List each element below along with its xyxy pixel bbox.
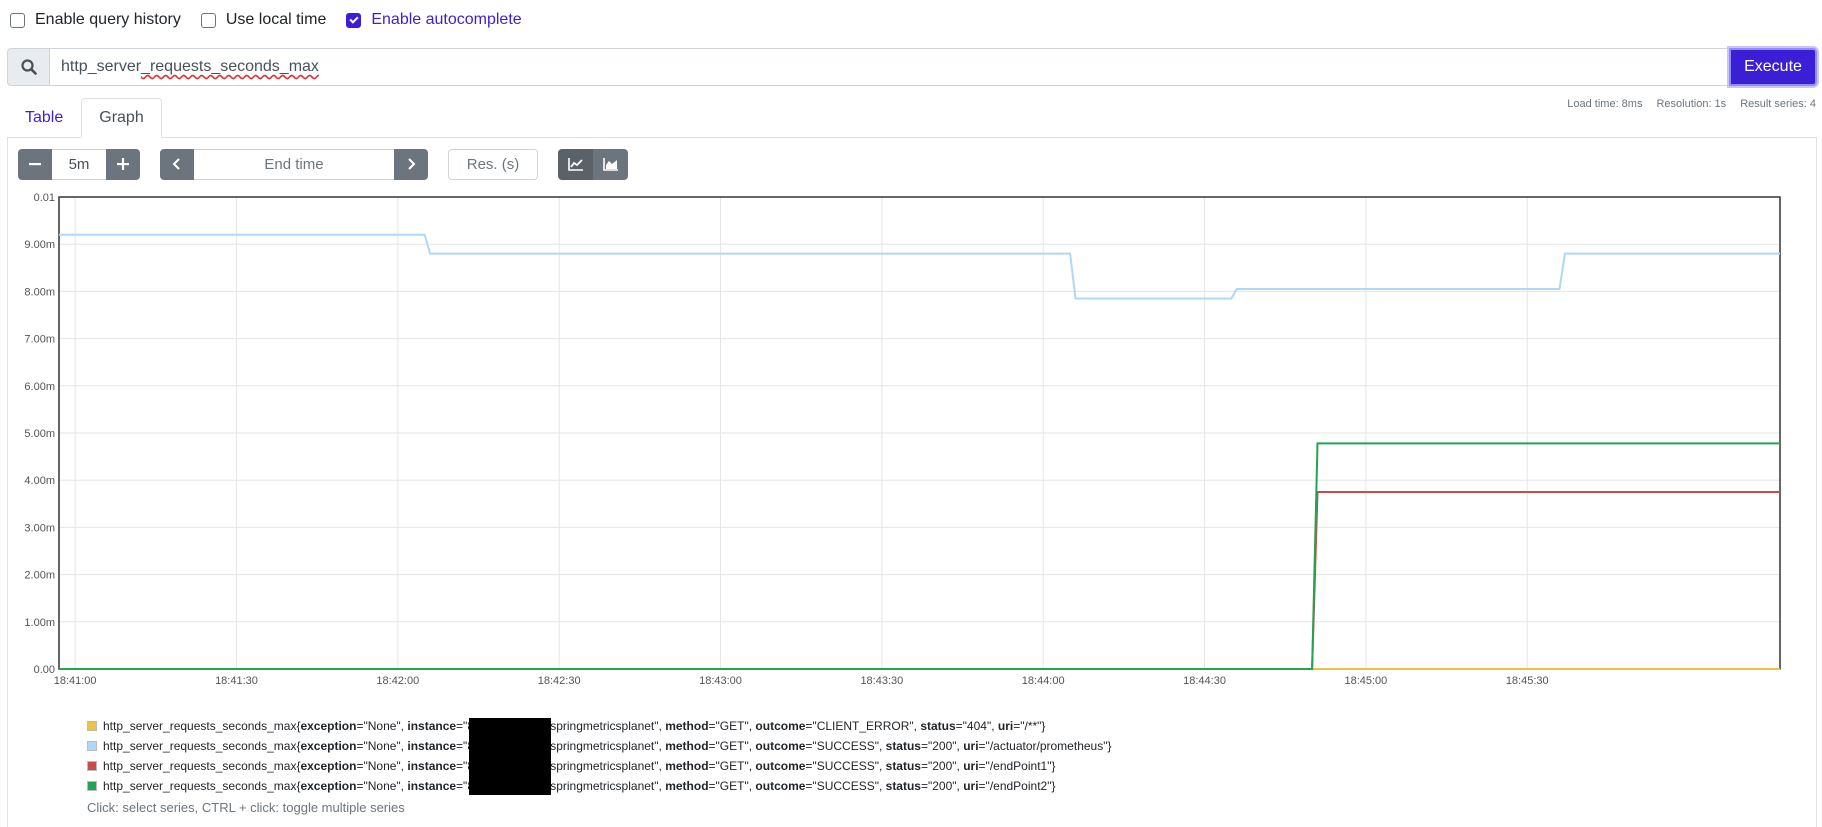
x-tick-label: 18:44:30: [1183, 675, 1226, 687]
autocomplete-checkbox[interactable]: [346, 12, 362, 28]
resolution-stat: Resolution: 1s: [1656, 98, 1727, 110]
legend-item[interactable]: http_server_requests_seconds_max{excepti…: [87, 756, 1112, 776]
query-history-label: Enable query history: [35, 11, 181, 28]
local-time-label: Use local time: [225, 11, 327, 28]
prev-time-button[interactable]: [160, 148, 194, 180]
area-chart-icon: [602, 158, 618, 171]
y-tick-label: 8.00m: [24, 286, 55, 298]
y-tick-label: 0.00: [34, 664, 55, 676]
increase-range-button[interactable]: [106, 148, 140, 180]
query-stats: Load time: 8ms Resolution: 1s Result ser…: [1567, 98, 1816, 110]
option-autocomplete[interactable]: Enable autocomplete: [346, 11, 522, 29]
series-line-3: [59, 491, 1780, 670]
chart-type-toggle: [558, 148, 628, 180]
option-query-history[interactable]: Enable query history: [10, 11, 181, 29]
y-tick-label: 9.00m: [24, 239, 55, 251]
legend-label: http_server_requests_seconds_max{excepti…: [103, 779, 1056, 793]
redaction-box: [469, 718, 551, 795]
local-time-checkbox[interactable]: [200, 12, 216, 28]
y-tick-label: 7.00m: [24, 334, 55, 346]
execute-button[interactable]: Execute: [1729, 48, 1817, 86]
legend-label: http_server_requests_seconds_max{excepti…: [103, 759, 1056, 773]
y-tick-label: 0.01: [34, 192, 55, 204]
query-text-misspelled: _requests_seconds_max: [141, 58, 319, 75]
options-row: Enable query history Use local time Enab…: [10, 8, 542, 32]
range-input[interactable]: 5m: [52, 148, 106, 180]
range-input-group: 5m: [18, 148, 140, 180]
next-time-button[interactable]: [394, 148, 428, 180]
tabs: Table Graph: [7, 98, 162, 138]
legend-swatch: [87, 741, 97, 751]
plus-icon: [117, 158, 129, 170]
chevron-right-icon: [408, 158, 416, 170]
query-input[interactable]: http_server _requests_seconds_max: [49, 48, 1729, 86]
y-tick-label: 6.00m: [24, 381, 55, 393]
series-legend: http_server_requests_seconds_max{excepti…: [87, 716, 1112, 796]
end-time-input[interactable]: End time: [194, 148, 394, 180]
result-series-count: Result series: 4: [1740, 98, 1816, 110]
legend-item[interactable]: http_server_requests_seconds_max{excepti…: [87, 736, 1112, 756]
decrease-range-button[interactable]: [18, 148, 52, 180]
x-tick-label: 18:43:00: [699, 675, 742, 687]
chevron-left-icon: [172, 158, 180, 170]
x-tick-label: 18:41:00: [54, 675, 97, 687]
y-tick-label: 2.00m: [24, 570, 55, 582]
x-tick-label: 18:45:30: [1506, 675, 1549, 687]
y-tick-label: 1.00m: [24, 617, 55, 629]
x-tick-label: 18:42:00: [376, 675, 419, 687]
autocomplete-label: Enable autocomplete: [371, 11, 522, 28]
x-tick-label: 18:43:30: [860, 675, 903, 687]
series-line-4: [59, 442, 1780, 670]
y-tick-label: 4.00m: [24, 475, 55, 487]
tab-table[interactable]: Table: [7, 98, 81, 138]
legend-swatch: [87, 761, 97, 771]
resolution-input[interactable]: Res. (s): [448, 148, 538, 180]
end-time-group: End time: [160, 148, 428, 180]
x-tick-label: 18:44:00: [1022, 675, 1065, 687]
x-tick-label: 18:45:00: [1344, 675, 1387, 687]
legend-swatch: [87, 721, 97, 731]
legend-item[interactable]: http_server_requests_seconds_max{excepti…: [87, 776, 1112, 796]
time-series-graph[interactable]: 0.01 9.00m 8.00m 7.00m 6.00m 5.00m 4.00m 3.00m 2…: [0, 185, 1822, 705]
line-chart-icon: [567, 158, 583, 171]
load-time: Load time: 8ms: [1567, 98, 1643, 110]
legend-swatch: [87, 781, 97, 791]
area-chart-button[interactable]: [593, 148, 628, 180]
line-chart-button[interactable]: [558, 148, 593, 180]
x-tick-label: 18:42:30: [538, 675, 581, 687]
legend-label: http_server_requests_seconds_max{excepti…: [103, 719, 1046, 733]
option-local-time[interactable]: Use local time: [200, 11, 327, 29]
legend-item[interactable]: http_server_requests_seconds_max{excepti…: [87, 716, 1112, 736]
tab-graph[interactable]: Graph: [81, 98, 162, 138]
y-tick-label: 3.00m: [24, 522, 55, 534]
legend-label: http_server_requests_seconds_max{excepti…: [103, 739, 1112, 753]
legend-hint: Click: select series, CTRL + click: togg…: [87, 800, 405, 815]
y-tick-label: 5.00m: [24, 428, 55, 440]
query-bar: http_server _requests_seconds_max Execute: [7, 48, 1817, 86]
graph-controls: 5m End time Res. (s): [18, 148, 628, 180]
x-tick-label: 18:41:30: [215, 675, 258, 687]
query-history-checkbox[interactable]: [10, 12, 25, 28]
minus-icon: [29, 163, 41, 166]
search-icon: [7, 48, 49, 86]
query-text-prefix: http_server: [61, 58, 142, 75]
